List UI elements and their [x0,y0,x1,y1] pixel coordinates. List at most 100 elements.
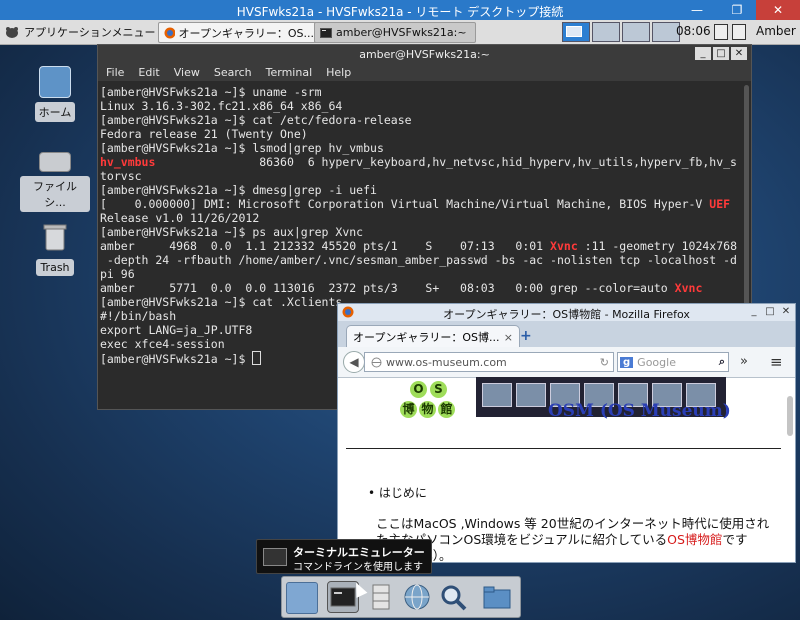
terminal-line: amber 5771 0.0 0.0 113016 2372 pts/3 S+ … [100,281,739,295]
firefox-close-button[interactable]: ✕ [779,305,793,318]
tab-close-icon[interactable]: × [504,331,513,344]
terminal-icon [320,27,332,38]
desktop-icon-filesystem[interactable]: ファイルシ... [20,146,90,212]
restore-button[interactable]: ❐ [722,0,752,20]
google-engine-icon[interactable]: g [620,356,634,368]
top-panel: アプリケーションメニュー オープンギャラリー：OS... amber@HVSFw… [0,20,800,45]
url-text: www.os-museum.com [386,355,507,369]
firefox-maximize-button[interactable]: □ [763,305,777,318]
dock-file-manager-button[interactable] [366,582,396,612]
intro-heading-text: はじめに [378,486,427,500]
workspace-switcher [562,22,680,42]
divider [346,448,781,449]
terminal-text: [ 0.000000] DMI: Microsoft Corporation V… [100,197,710,211]
page-content: O S 博 物 館 OSM (OS Museum) • はじめに ここはMacO… [338,377,785,562]
menu-view[interactable]: View [174,66,200,79]
search-icon[interactable]: ⌕ [719,355,725,369]
tray-network-icon[interactable] [732,24,746,40]
dock-folder-button[interactable] [482,582,512,612]
workspace-3[interactable] [622,22,650,42]
tab-os-museum[interactable]: オープンギャラリー：OS博... × [346,325,520,348]
applications-menu-button[interactable]: アプリケーションメニュー [4,23,155,41]
site-title: OSM (OS Museum) [548,401,731,421]
url-bar[interactable]: www.os-museum.com ↻ [364,352,614,372]
terminal-prompt: [amber@HVSFwks21a ~]$ [100,352,253,366]
panel-user[interactable]: Amber [756,24,796,38]
xfce-mouse-icon [6,27,18,38]
terminal-title: amber@HVSFwks21a:~ [359,48,490,61]
hamburger-menu-icon[interactable]: ≡ [770,353,783,371]
firefox-titlebar: オープンギャラリー：OS博物館 - Mozilla Firefox _ □ ✕ [338,304,795,321]
desktop-icon-trash[interactable]: Trash [20,222,90,276]
terminal-line: [ 0.000000] DMI: Microsoft Corporation V… [100,197,739,211]
terminal-line: hv_vmbus 86360 6 hyperv_keyboard,hv_netv… [100,155,739,169]
terminal-titlebar: amber@HVSFwks21a:~ _ □ ✕ [98,45,751,63]
terminal-icon [263,548,287,566]
terminal-line: Linux 3.16.3-302.fc21.x86_64 x86_64 [100,99,343,113]
firefox-window: オープンギャラリー：OS博物館 - Mozilla Firefox _ □ ✕ … [337,303,796,563]
tooltip-subtitle: コマンドラインを使用します [293,562,423,573]
menu-search[interactable]: Search [214,66,252,79]
filing-cabinet-icon [372,584,390,610]
terminal-text: amber 4968 0.0 1.1 212332 45520 pts/1 S … [100,239,551,253]
terminal-close-button[interactable]: ✕ [731,47,747,60]
overflow-chevron-icon[interactable]: » [740,354,748,369]
os-museum-link[interactable]: OS博物館 [667,532,722,547]
globe-icon [371,357,382,367]
logo-char: 物 [419,401,436,418]
bottom-dock [281,576,521,618]
terminal-line: torvsc [100,169,142,183]
terminal-text: 86360 6 hyperv_keyboard,hv_netvsc,hid_hy… [155,155,737,169]
tray-clipboard-icon[interactable] [714,24,728,40]
menu-help[interactable]: Help [326,66,351,79]
menu-edit[interactable]: Edit [138,66,159,79]
reload-icon[interactable]: ↻ [600,356,609,369]
show-desktop-icon[interactable] [286,582,318,614]
home-folder-icon [39,66,71,98]
menu-terminal[interactable]: Terminal [266,66,313,79]
page-scrollbar[interactable] [787,396,793,436]
terminal-line: [amber@HVSFwks21a ~]$ cat /etc/fedora-re… [100,113,412,127]
taskbar-item-terminal[interactable]: amber@HVSFwks21a:~ [314,22,476,43]
intro-heading[interactable]: • はじめに [368,484,427,501]
grep-highlight: UEF [709,197,731,211]
back-button[interactable]: ◀ [343,351,365,373]
intro-paragraph: ここはMacOS ,Windows 等 20世紀のインターネット時代に使用された… [376,516,780,562]
text-cursor [252,351,262,365]
terminal-menubar: File Edit View Search Terminal Help [98,63,751,81]
terminal-line: pi 96 [100,267,135,281]
taskbar-item-label: オープンギャラリー：OS... [178,26,314,40]
taskbar-item-firefox[interactable]: オープンギャラリー：OS... [158,22,320,43]
firefox-minimize-button[interactable]: _ [747,305,761,318]
minimize-button[interactable]: — [682,0,712,20]
taskbar-item-label: amber@HVSFwks21a:~ [336,26,467,39]
terminal-line: -depth 24 -rfbauth /home/amber/.vnc/sesm… [100,253,737,267]
menu-file[interactable]: File [106,66,124,79]
rdp-title: HVSFwks21a - HVSFwks21a - リモート デスクトップ接続 [236,5,564,19]
workspace-2[interactable] [592,22,620,42]
desktop-icon-home[interactable]: ホーム [20,66,90,122]
terminal-text: amber 5771 0.0 0.0 113016 2372 pts/3 S+ … [100,281,675,295]
terminal-line: Fedora release 21 (Twenty One) [100,127,308,141]
dock-browser-button[interactable] [402,582,432,612]
firefox-icon [164,27,175,38]
os-museum-logo[interactable]: O S 博 物 館 [398,381,458,421]
rdp-title-bar: HVSFwks21a - HVSFwks21a - リモート デスクトップ接続 … [0,0,800,20]
search-icon [441,585,467,611]
desktop-icon-label: ホーム [34,102,76,122]
search-input[interactable]: g Google ⌕ [617,352,729,372]
dock-search-button[interactable] [438,582,468,612]
terminal-line: [amber@HVSFwks21a ~]$ lsmod|grep hv_vmbu… [100,141,384,155]
terminal-line: amber 4968 0.0 1.1 212332 45520 pts/1 S … [100,239,739,253]
logo-char: 館 [438,401,455,418]
panel-clock[interactable]: 08:06 [676,24,711,38]
desktop-icon-label: Trash [36,259,74,276]
terminal-text: :11 -geometry 1024x768 [577,239,737,253]
new-tab-button[interactable]: + [520,328,532,344]
close-button[interactable]: ✕ [756,0,800,20]
terminal-line: [amber@HVSFwks21a ~]$ uname -srm [100,85,322,99]
terminal-maximize-button[interactable]: □ [713,47,729,60]
logo-char: O [410,381,427,398]
terminal-minimize-button[interactable]: _ [695,47,711,60]
workspace-1[interactable] [562,22,590,42]
